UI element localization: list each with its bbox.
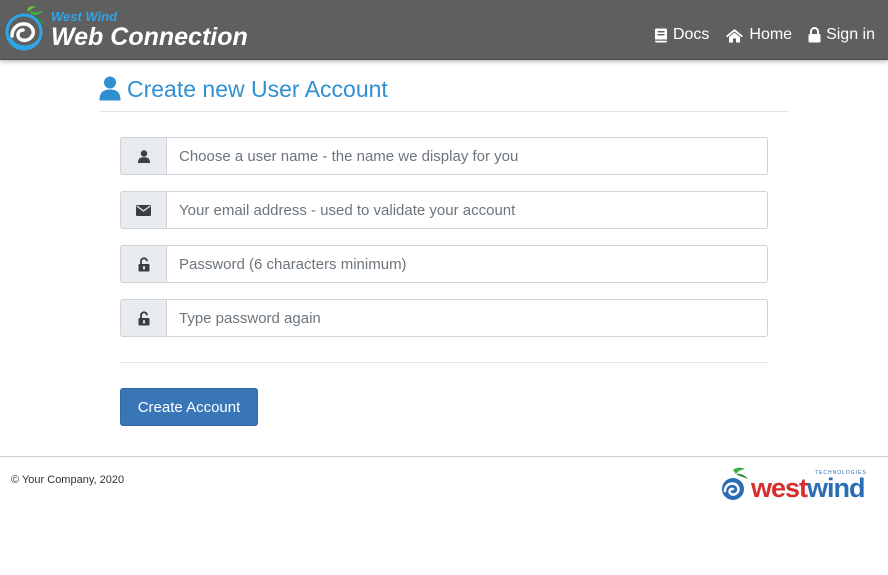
nav-home-label: Home	[749, 26, 793, 43]
page-title: Create new User Account	[127, 76, 388, 102]
form-divider	[120, 362, 768, 363]
copyright-text: © Your Company, 2020	[11, 474, 125, 486]
unlock-icon	[138, 310, 149, 325]
nav-signin-label: Sign in	[826, 26, 875, 43]
nav-docs-label: Docs	[672, 26, 710, 43]
username-addon	[120, 137, 166, 175]
email-addon	[120, 191, 166, 229]
home-icon	[726, 28, 744, 42]
westwind-wordmark: westwind	[751, 473, 866, 503]
top-navbar: West Wind Web Connection Docs Home Sign …	[0, 0, 888, 60]
westwind-technologies-logo[interactable]: westwind TECHNOLOGIES	[719, 467, 879, 507]
nav-signin-link[interactable]: Sign in	[808, 26, 875, 44]
logo-technologies-text: TECHNOLOGIES	[815, 470, 867, 476]
brand-title: Web Connection	[51, 22, 248, 51]
envelope-icon	[136, 204, 151, 216]
create-account-button[interactable]: Create Account	[120, 388, 258, 426]
westwind-swirl-icon	[722, 467, 748, 500]
brand-link[interactable]: West Wind Web Connection	[4, 3, 248, 55]
lock-icon	[808, 27, 821, 43]
password-input[interactable]	[166, 245, 768, 283]
unlock-icon	[138, 256, 149, 271]
password-confirm-addon	[120, 299, 166, 337]
west-wind-swirl-logo-icon	[5, 6, 45, 51]
nav-home-link[interactable]: Home	[725, 26, 792, 44]
nav-menu: Docs Home Sign in	[654, 26, 875, 44]
username-input[interactable]	[166, 137, 768, 175]
nav-docs-link[interactable]: Docs	[654, 26, 709, 44]
user-icon	[137, 149, 150, 163]
page-footer: © Your Company, 2020 westwind TECHNOLOGI…	[0, 456, 888, 575]
password-confirm-input[interactable]	[166, 299, 768, 337]
username-group	[120, 137, 768, 175]
page-heading: Create new User Account	[99, 76, 789, 112]
email-input[interactable]	[166, 191, 768, 229]
user-icon	[99, 76, 121, 101]
password-confirm-group	[120, 299, 768, 337]
password-group	[120, 245, 768, 283]
password-addon	[120, 245, 166, 283]
email-group	[120, 191, 768, 229]
brand-subtitle: West Wind	[51, 8, 118, 24]
book-icon	[654, 28, 667, 42]
